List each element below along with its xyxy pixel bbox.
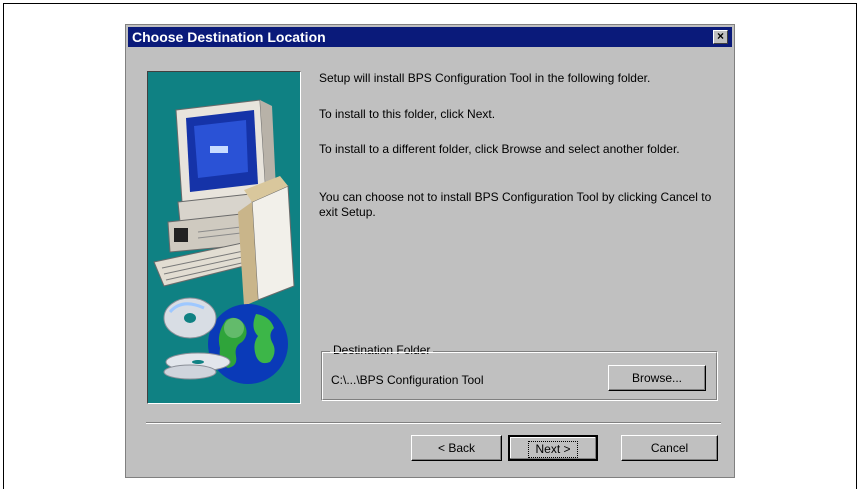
next-button[interactable]: Next > bbox=[508, 435, 598, 461]
cancel-button-label: Cancel bbox=[650, 441, 689, 455]
browse-button-label: Browse... bbox=[631, 371, 682, 385]
computer-globe-icon bbox=[153, 99, 295, 384]
setup-dialog: Choose Destination Location × Setup will… bbox=[125, 24, 735, 478]
cancel-instruction-text: You can choose not to install BPS Config… bbox=[319, 190, 712, 219]
browse-instruction-text: To install to a different folder, click … bbox=[319, 142, 680, 156]
destination-path: C:\...\BPS Configuration Tool bbox=[331, 373, 484, 387]
cancel-button[interactable]: Cancel bbox=[621, 435, 718, 461]
next-instruction-text: To install to this folder, click Next. bbox=[319, 107, 496, 121]
browse-button[interactable]: Browse... bbox=[608, 365, 706, 391]
dialog-title: Choose Destination Location bbox=[132, 29, 326, 45]
setup-illustration bbox=[147, 71, 301, 404]
destination-folder-group: Destination Folder C:\...\BPS Configurat… bbox=[321, 343, 718, 401]
title-bar: Choose Destination Location × bbox=[128, 27, 732, 47]
intro-text: Setup will install BPS Configuration Too… bbox=[319, 71, 651, 85]
destination-folder-label: Destination Folder bbox=[330, 343, 434, 357]
button-separator bbox=[146, 422, 721, 424]
back-button[interactable]: < Back bbox=[411, 435, 502, 461]
close-button[interactable]: × bbox=[713, 30, 728, 44]
next-button-label: Next > bbox=[528, 441, 578, 458]
close-icon: × bbox=[716, 29, 724, 43]
back-button-label: < Back bbox=[437, 441, 476, 455]
